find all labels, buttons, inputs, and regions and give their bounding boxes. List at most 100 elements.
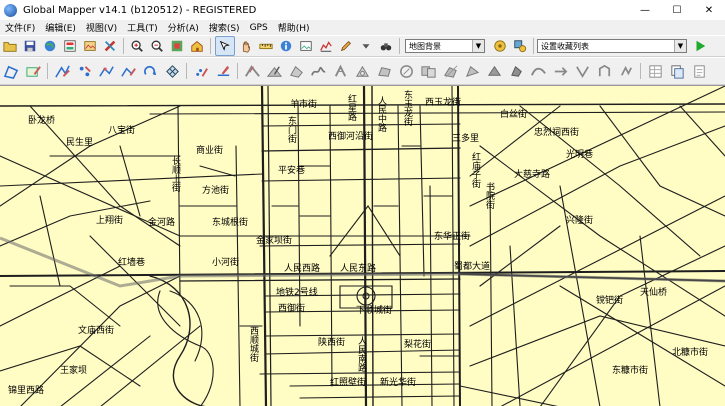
measure-tool-icon[interactable] bbox=[257, 37, 275, 55]
crop-area-icon[interactable] bbox=[462, 60, 482, 82]
menu-help[interactable]: 帮助(H) bbox=[273, 21, 315, 34]
toolbar-separator bbox=[533, 38, 534, 54]
menu-edit[interactable]: 编辑(E) bbox=[40, 21, 81, 34]
menu-view[interactable]: 视图(V) bbox=[81, 21, 122, 34]
rotate-line-icon[interactable] bbox=[330, 60, 350, 82]
insert-vertex-icon[interactable] bbox=[96, 60, 116, 82]
street-label: 方池街 bbox=[202, 186, 230, 196]
edit-area-icon[interactable] bbox=[23, 60, 43, 82]
chevron-down-icon: ▼ bbox=[674, 40, 686, 52]
smooth-line-icon[interactable] bbox=[308, 60, 328, 82]
edit-vertex-icon[interactable] bbox=[118, 60, 138, 82]
full-view-icon[interactable] bbox=[168, 37, 186, 55]
buffer-area-icon[interactable] bbox=[396, 60, 416, 82]
close-line-icon[interactable] bbox=[594, 60, 614, 82]
select-area-icon[interactable] bbox=[506, 60, 526, 82]
street-label: 文庙西街 bbox=[78, 326, 115, 336]
binoculars-icon[interactable] bbox=[377, 37, 395, 55]
minimize-button[interactable]: — bbox=[629, 0, 661, 20]
street-label: 忠烈祠西街 bbox=[534, 128, 580, 138]
catalog-icon[interactable] bbox=[61, 37, 79, 55]
image-swipe-icon[interactable] bbox=[297, 37, 315, 55]
street-label: 大慈寺路 bbox=[514, 170, 551, 180]
attribute-table-icon[interactable] bbox=[645, 60, 665, 82]
street-label: 东华正街 bbox=[434, 232, 471, 242]
create-area-icon[interactable] bbox=[1, 60, 21, 82]
area-cut-icon[interactable] bbox=[286, 60, 306, 82]
maximize-button[interactable]: ☐ bbox=[661, 0, 693, 20]
feature-info-icon[interactable] bbox=[277, 37, 295, 55]
play-icon[interactable] bbox=[691, 37, 709, 55]
merge-line-icon[interactable] bbox=[264, 60, 284, 82]
layer-control-icon[interactable] bbox=[491, 37, 509, 55]
create-point-icon[interactable] bbox=[74, 60, 94, 82]
offset-area-icon[interactable] bbox=[440, 60, 460, 82]
street-label: 东糠市街 bbox=[612, 366, 649, 376]
street-label: 地铁2号线 bbox=[276, 288, 318, 298]
zoom-in-icon[interactable] bbox=[128, 37, 146, 55]
toolbar-separator bbox=[123, 38, 124, 54]
street-label: 书院街 bbox=[484, 182, 494, 209]
title-bar: Global Mapper v14.1 (b120512) - REGISTER… bbox=[0, 0, 725, 20]
copy-feature-icon[interactable] bbox=[667, 60, 687, 82]
window-title: Global Mapper v14.1 (b120512) - REGISTER… bbox=[23, 4, 257, 16]
path-profile-icon[interactable] bbox=[317, 37, 335, 55]
zoom-out-icon[interactable] bbox=[148, 37, 166, 55]
combine-area-icon[interactable] bbox=[418, 60, 438, 82]
grid-feature-icon[interactable] bbox=[162, 60, 182, 82]
paste-feature-icon[interactable] bbox=[689, 60, 709, 82]
street-label: 东城根街 bbox=[212, 218, 249, 228]
area-shape-icon[interactable] bbox=[374, 60, 394, 82]
street-label: 陕西街 bbox=[318, 338, 346, 348]
open-folder-icon[interactable] bbox=[1, 37, 19, 55]
link-line-icon[interactable] bbox=[616, 60, 636, 82]
street-label: 东玉龙街 bbox=[402, 90, 412, 126]
layer-settings-icon[interactable] bbox=[511, 37, 529, 55]
street-label: 光明巷 bbox=[566, 150, 594, 160]
street-label: 下顺城街 bbox=[356, 306, 393, 316]
street-label: 红庙子街 bbox=[470, 152, 480, 188]
street-label: 上翔街 bbox=[96, 216, 124, 226]
toolbar-separator bbox=[640, 63, 641, 79]
street-label: 八宝街 bbox=[108, 126, 136, 136]
split-line-icon[interactable] bbox=[242, 60, 262, 82]
digitizer-tool-icon[interactable] bbox=[215, 36, 235, 56]
map-view[interactable]: 羊市街 西玉龙街 红星路 白丝街 东玉龙街 西御河沿街 三多里 忠烈祠西街 光明… bbox=[0, 85, 725, 406]
close-button[interactable]: ✕ bbox=[693, 0, 725, 20]
area-hole-icon[interactable] bbox=[352, 60, 372, 82]
menu-analysis[interactable]: 分析(A) bbox=[163, 21, 204, 34]
trim-line-icon[interactable] bbox=[572, 60, 592, 82]
street-label: 红照壁街 bbox=[330, 378, 367, 388]
connect-line-icon[interactable] bbox=[528, 60, 548, 82]
street-label: 小河街 bbox=[212, 258, 240, 268]
globe-web-icon[interactable] bbox=[41, 37, 59, 55]
dropdown-arrow-icon[interactable] bbox=[357, 37, 375, 55]
street-label: 三多里 bbox=[452, 134, 480, 144]
pan-hand-icon[interactable] bbox=[237, 37, 255, 55]
draw-pen-icon[interactable] bbox=[213, 60, 233, 82]
config-icon[interactable] bbox=[101, 37, 119, 55]
overlay-control-icon[interactable] bbox=[81, 37, 99, 55]
rotate-feature-icon[interactable] bbox=[140, 60, 160, 82]
create-line-icon[interactable] bbox=[52, 60, 72, 82]
layer-select[interactable]: 地图背景 ▼ bbox=[405, 39, 485, 53]
street-label: 金河路 bbox=[148, 218, 176, 228]
digitizer-toolbar bbox=[0, 57, 725, 85]
street-label: 北糠市街 bbox=[672, 348, 709, 358]
favorite-view-select[interactable]: 设置收藏列表 ▼ bbox=[537, 39, 687, 53]
fill-area-icon[interactable] bbox=[484, 60, 504, 82]
dots-point-icon[interactable] bbox=[191, 60, 211, 82]
street-label: 东门街 bbox=[286, 116, 296, 143]
street-label: 锦里西路 bbox=[8, 386, 45, 396]
menu-search[interactable]: 搜索(S) bbox=[204, 21, 245, 34]
edit-pencil-icon[interactable] bbox=[337, 37, 355, 55]
street-label: 羊市街 bbox=[290, 100, 318, 110]
street-label: 王家坝 bbox=[60, 366, 88, 376]
reverse-line-icon[interactable] bbox=[550, 60, 570, 82]
home-icon[interactable] bbox=[188, 37, 206, 55]
menu-gps[interactable]: GPS bbox=[245, 23, 273, 33]
save-icon[interactable] bbox=[21, 37, 39, 55]
street-label: 民生里 bbox=[66, 138, 94, 148]
menu-tools[interactable]: 工具(T) bbox=[122, 21, 163, 34]
menu-file[interactable]: 文件(F) bbox=[0, 21, 40, 34]
